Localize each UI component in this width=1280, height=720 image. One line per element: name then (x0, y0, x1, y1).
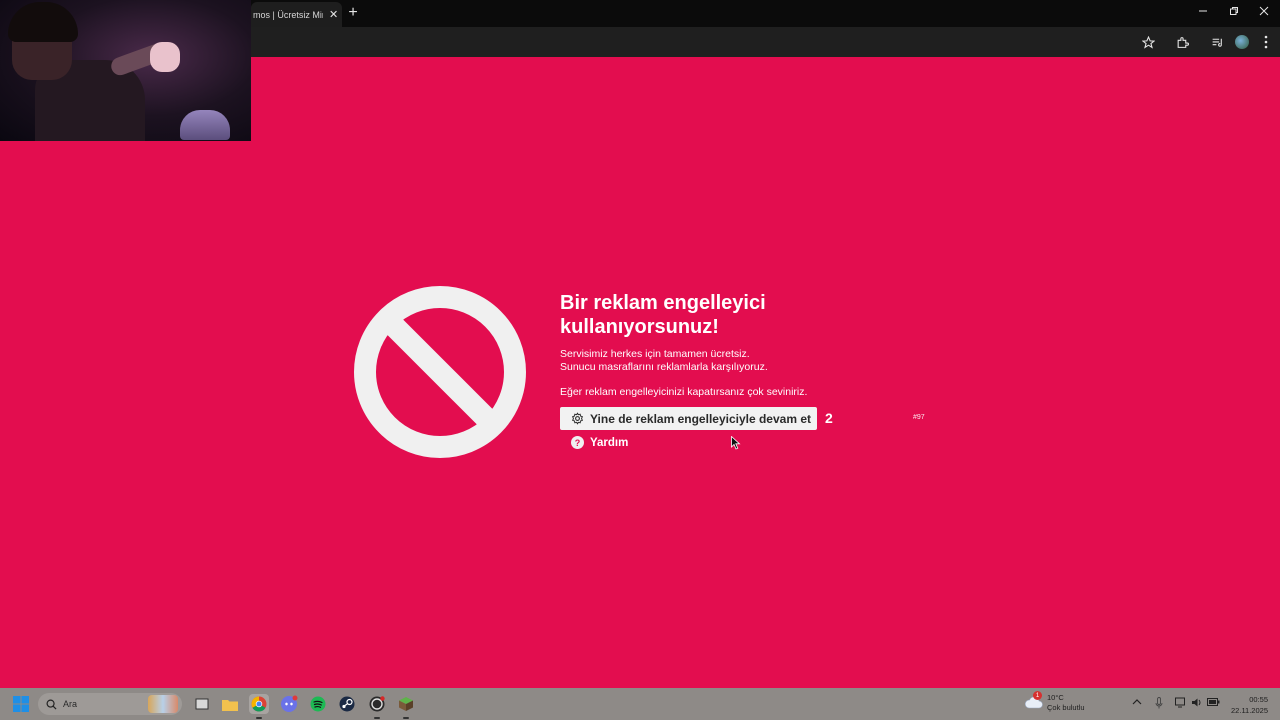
weather-temp: 10°C (1047, 693, 1064, 702)
restore-icon[interactable] (1227, 5, 1241, 19)
description-line-1: Servisimiz herkes için tamamen ücretsiz. (560, 348, 750, 360)
extensions-icon[interactable] (1173, 33, 1191, 51)
chrome-active-indicator (256, 717, 262, 719)
search-highlight-image (148, 695, 178, 713)
minimize-icon[interactable] (1196, 5, 1210, 19)
description: Servisimiz herkes için tamamen ücretsiz.… (560, 348, 768, 373)
media-control-icon[interactable] (1208, 33, 1226, 51)
webcam-lamp (180, 110, 230, 140)
minecraft-launcher-icon[interactable] (396, 694, 416, 714)
profile-avatar[interactable] (1233, 33, 1251, 51)
clock-date: 22.11.2025 (1231, 706, 1268, 715)
weather-widget[interactable]: 1 10°C Çok bulutlu (1024, 691, 1085, 713)
minecraft-active-indicator (403, 717, 409, 719)
search-placeholder: Ara (63, 699, 78, 709)
weather-badge: 1 (1033, 691, 1042, 700)
menu-dots-icon[interactable] (1257, 33, 1275, 51)
chrome-icon[interactable] (249, 694, 269, 714)
network-icon[interactable] (1175, 697, 1187, 711)
help-icon: ? (571, 436, 584, 449)
help-label: Yardım (590, 436, 629, 449)
continue-label: Yine de reklam engelleyiciyle devam et (590, 411, 812, 426)
microphone-icon[interactable] (1155, 697, 1163, 712)
bookmark-star-icon[interactable] (1139, 33, 1157, 51)
help-link[interactable]: ? Yardım (571, 436, 628, 449)
search-icon (46, 699, 57, 710)
new-tab-button[interactable]: + (346, 4, 360, 22)
obs-icon[interactable] (367, 694, 387, 714)
description-line-3: Eğer reklam engelleyicinizi kapatırsanız… (560, 386, 808, 398)
webcam-person-fist (150, 42, 180, 72)
error-code: #97 (913, 414, 925, 421)
battery-icon[interactable] (1207, 697, 1220, 710)
taskbar-search[interactable]: Ara (38, 693, 182, 715)
tab-title: mos | Ücretsiz Mine (253, 9, 323, 20)
tray-overflow-icon[interactable] (1132, 697, 1142, 709)
task-view-icon[interactable] (192, 694, 212, 714)
mouse-cursor-icon (731, 436, 741, 450)
description-line-2: Sunucu masraflarını reklamlarla karşılıy… (560, 360, 768, 373)
webcam-overlay (0, 0, 251, 141)
webcam-person-hair (8, 2, 78, 42)
file-explorer-icon[interactable] (220, 694, 240, 714)
spotify-icon[interactable] (308, 694, 328, 714)
volume-icon[interactable] (1191, 697, 1203, 711)
close-window-icon[interactable] (1257, 5, 1271, 19)
blocked-icon (354, 286, 526, 458)
steam-icon[interactable] (337, 694, 357, 714)
weather-cloud-icon: 1 (1024, 691, 1043, 711)
clock-time: 00:55 (1249, 695, 1268, 704)
discord-icon[interactable] (279, 694, 299, 714)
tab-close-icon[interactable]: ✕ (329, 8, 338, 21)
obs-active-indicator (374, 717, 380, 719)
taskbar: Ara 1 10°C Çok bulutlu 00:55 22.11.2025 (0, 688, 1280, 720)
system-clock[interactable]: 00:55 22.11.2025 (1231, 694, 1268, 716)
gear-icon (572, 412, 583, 425)
windows-start-icon[interactable] (13, 696, 29, 712)
browser-tab[interactable]: mos | Ücretsiz Mine ✕ (251, 2, 342, 27)
page-title: Bir reklam engelleyici kullanıyorsunuz! (560, 292, 766, 338)
weather-desc: Çok bulutlu (1047, 703, 1085, 712)
continue-with-adblocker-button[interactable]: Yine de reklam engelleyiciyle devam et (560, 407, 817, 430)
countdown: 2 (825, 410, 833, 426)
